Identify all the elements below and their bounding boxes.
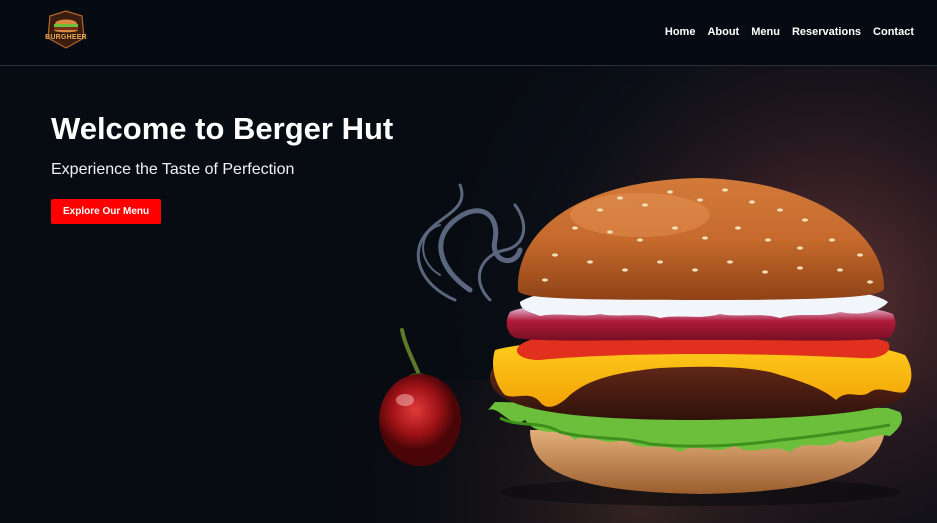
explore-menu-button[interactable]: Explore Our Menu	[51, 199, 162, 224]
nav-home[interactable]: Home	[665, 25, 696, 39]
logo-text: BURGHEER	[45, 34, 87, 41]
site-header: BURGHEER Home About Menu Reservations Co…	[0, 0, 937, 66]
nav-menu[interactable]: Menu	[751, 25, 780, 39]
nav-contact[interactable]: Contact	[873, 25, 914, 39]
hero-section: Welcome to Berger Hut Experience the Tas…	[51, 110, 393, 224]
site-logo[interactable]: BURGHEER	[44, 10, 88, 50]
hero-subtitle: Experience the Taste of Perfection	[51, 161, 295, 178]
nav-reservations[interactable]: Reservations	[792, 25, 861, 39]
nav-about[interactable]: About	[707, 25, 739, 39]
burger-logo-icon	[47, 10, 85, 49]
hero-title: Welcome to Berger Hut	[51, 111, 394, 146]
main-nav: Home About Menu Reservations Contact	[665, 25, 914, 39]
page: BURGHEER Home About Menu Reservations Co…	[0, 0, 937, 523]
